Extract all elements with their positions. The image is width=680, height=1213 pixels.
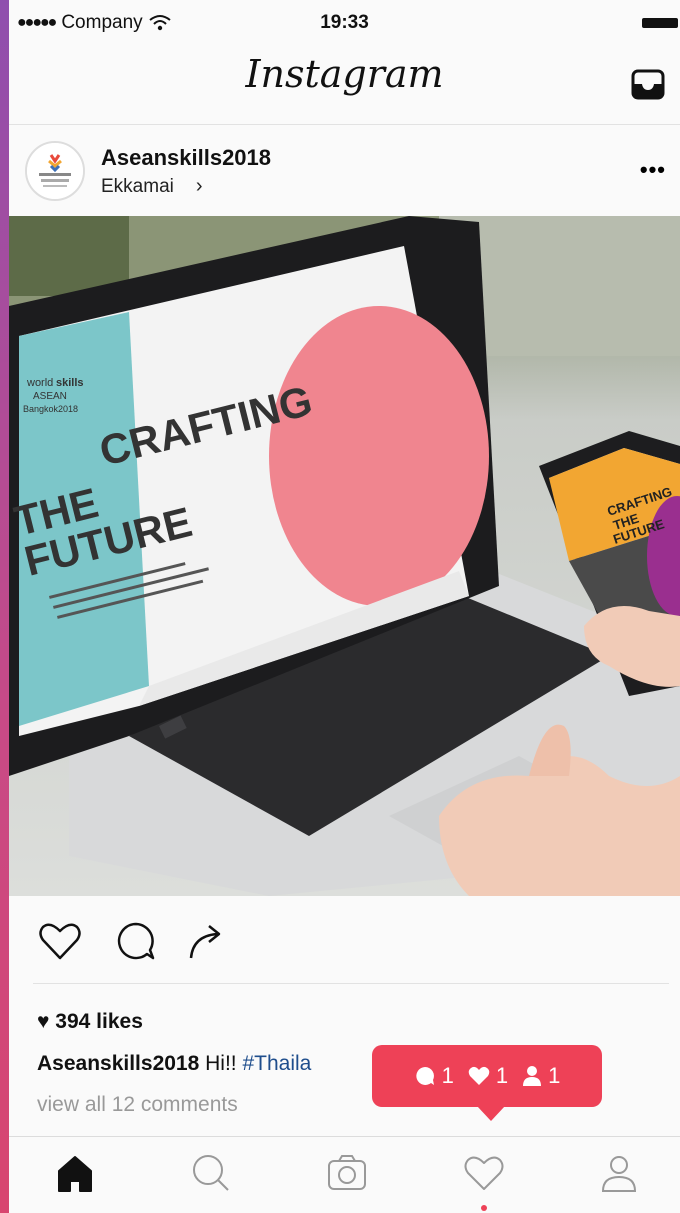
- comment-icon[interactable]: [113, 918, 159, 964]
- app-logo: Instagram: [245, 52, 444, 96]
- camera-icon[interactable]: [325, 1151, 369, 1195]
- laptop-photo: CRAFTING THE FUTURE world skills ASEAN B…: [9, 216, 680, 896]
- search-icon[interactable]: [189, 1151, 233, 1195]
- chevron-right-icon: ›: [195, 175, 203, 197]
- caption-username[interactable]: Aseanskills2018: [37, 1052, 199, 1075]
- caption-hashtag[interactable]: #Thaila: [242, 1052, 311, 1075]
- location-name: Ekkamai: [101, 176, 174, 197]
- post-header: Aseanskills2018 Ekkamai › •••: [9, 125, 680, 215]
- logo-text-skills: skills: [56, 377, 84, 389]
- phone-screen: ●●●●● Company 19:33 Instagram Aseanskill…: [9, 0, 680, 1213]
- notif-comments-count: 1: [441, 1063, 454, 1088]
- bottom-tab-bar: [9, 1136, 680, 1213]
- comment-bubble-icon: [415, 1067, 434, 1085]
- profile-icon[interactable]: [597, 1151, 641, 1195]
- activity-notification[interactable]: 1 1 1: [372, 1045, 602, 1121]
- activity-indicator-dot: [481, 1205, 487, 1211]
- app-header: Instagram: [9, 44, 680, 125]
- logo-text-world: world: [26, 377, 53, 389]
- heart-filled-icon: [468, 1066, 490, 1085]
- worldskills-logo-icon: [27, 143, 83, 199]
- post-caption: Aseanskills2018 Hi!! #Thaila: [37, 1052, 311, 1076]
- view-comments-link[interactable]: view all 12 comments: [37, 1093, 238, 1117]
- more-options-button[interactable]: •••: [640, 157, 666, 183]
- post-image[interactable]: CRAFTING THE FUTURE world skills ASEAN B…: [9, 216, 680, 896]
- likes-count[interactable]: ♥ 394 likes: [37, 1010, 143, 1034]
- logo-text-bangkok: Bangkok2018: [23, 404, 78, 414]
- post-location[interactable]: Ekkamai ›: [101, 175, 203, 198]
- post-actions: [9, 900, 680, 984]
- notif-likes: 1: [468, 1063, 508, 1089]
- status-bar: ●●●●● Company 19:33: [9, 0, 680, 44]
- post-username[interactable]: Aseanskills2018: [101, 145, 271, 171]
- divider: [33, 983, 669, 984]
- notification-pointer: [477, 1106, 505, 1121]
- home-icon[interactable]: [53, 1151, 97, 1195]
- status-time: 19:33: [320, 12, 369, 33]
- inbox-tray-icon[interactable]: [630, 66, 666, 102]
- notif-followers: 1: [522, 1063, 560, 1089]
- logo-text-asean: ASEAN: [33, 391, 67, 402]
- notif-followers-count: 1: [548, 1063, 561, 1088]
- avatar[interactable]: [25, 141, 85, 201]
- heart-icon[interactable]: [462, 1151, 506, 1195]
- like-heart-icon[interactable]: [37, 918, 83, 964]
- share-icon[interactable]: [183, 918, 229, 964]
- caption-text: Hi!!: [205, 1052, 237, 1075]
- person-icon: [523, 1066, 542, 1086]
- notif-comments: 1: [414, 1063, 454, 1089]
- notif-likes-count: 1: [495, 1063, 509, 1088]
- battery-icon: [642, 18, 678, 28]
